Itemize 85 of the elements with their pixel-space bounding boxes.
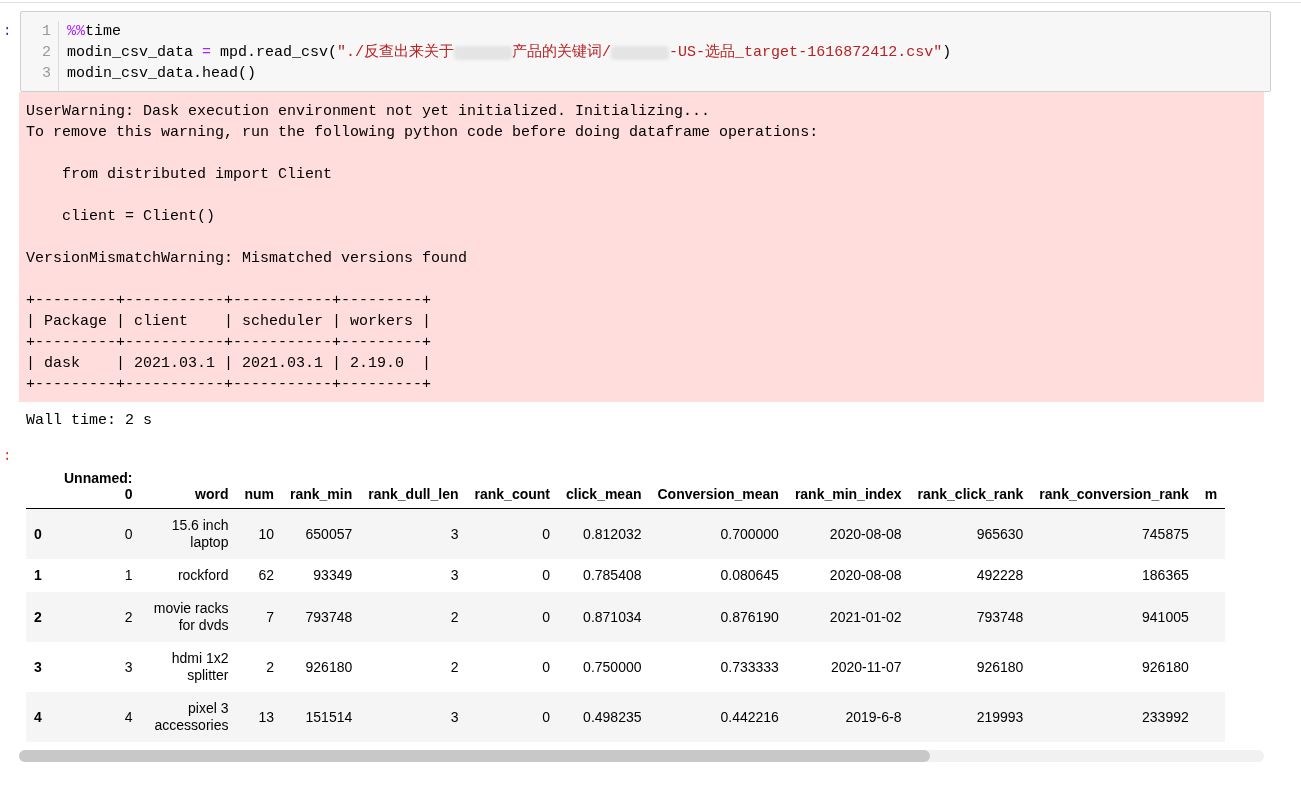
- table-cell: 650057: [282, 508, 361, 559]
- column-header: m: [1196, 462, 1226, 509]
- column-header: rank_click_rank: [909, 462, 1032, 509]
- table-cell: 2021-01-02: [786, 592, 910, 642]
- column-header: rank_min_index: [786, 462, 910, 509]
- row-index: 3: [26, 642, 56, 692]
- table-cell: hdmi 1x2 splitter: [140, 642, 237, 692]
- table-cell: 1: [56, 559, 141, 592]
- table-cell: 0.498235: [558, 692, 650, 742]
- column-header: click_mean: [558, 462, 650, 509]
- table-cell: 492228: [909, 559, 1032, 592]
- table-cell: 965630: [909, 508, 1032, 559]
- table-cell: 2: [360, 642, 467, 692]
- table-cell: 151514: [282, 692, 361, 742]
- table-cell: 941005: [1031, 592, 1197, 642]
- table-cell: 0.700000: [649, 508, 787, 559]
- table-cell: 2020-11-07: [786, 642, 910, 692]
- row-index: 0: [26, 508, 56, 559]
- table-cell: 0.442216: [649, 692, 787, 742]
- table-cell: 0.750000: [558, 642, 650, 692]
- table-cell: 7: [236, 592, 282, 642]
- table-cell: 233992: [1031, 692, 1197, 742]
- table-cell: 926180: [1031, 642, 1197, 692]
- table-cell: 3: [360, 559, 467, 592]
- column-header: word: [140, 462, 237, 509]
- table-cell: 10: [236, 508, 282, 559]
- row-index: 1: [26, 559, 56, 592]
- code-line: modin_csv_data.head(): [67, 64, 258, 84]
- table-cell: 793748: [909, 592, 1032, 642]
- table-cell: 2: [56, 592, 141, 642]
- table-cell: rockford: [140, 559, 237, 592]
- table-cell: 3: [360, 692, 467, 742]
- table-cell: 4: [56, 692, 141, 742]
- line-number: 3: [42, 64, 51, 84]
- table-cell: 2019-6-8: [786, 692, 910, 742]
- table-cell: 3: [56, 642, 141, 692]
- column-header: Unnamed: 0: [56, 462, 141, 509]
- line-number: 2: [42, 43, 51, 63]
- row-index: 2: [26, 592, 56, 642]
- table-cell: 0.785408: [558, 559, 650, 592]
- table-cell: 0.871034: [558, 592, 650, 642]
- table-cell: 2: [360, 592, 467, 642]
- row-index: 4: [26, 692, 56, 742]
- stderr-output: UserWarning: Dask execution environment not yet initialized. Initializing... To remove this warning, run the following python code before doing dataframe operations: from distributed import Client client = Client() VersionMismatchWarning: Mismatched versions found +---------+-----------+-----------+---------+ | Package | client | scheduler | workers | +---------+-----------+-----------+---------+ | dask | 2021.03.1 | 2021.03.1 | 2.19.0 | +---------+-----------+-----------+---------+: [19, 92, 1264, 402]
- table-cell: 0: [466, 642, 558, 692]
- code-line: modin_csv_data = mpd.read_csv("./反查出来关于 产品的关键词/ -US-选品_target-1616872412.csv"): [67, 42, 952, 63]
- table-cell: 186365: [1031, 559, 1197, 592]
- table-cell: 62: [236, 559, 282, 592]
- column-header: rank_conversion_rank: [1031, 462, 1197, 509]
- table-cell: 793748: [282, 592, 361, 642]
- table-cell: 3: [360, 508, 467, 559]
- column-header: rank_dull_len: [360, 462, 467, 509]
- table-cell: 926180: [909, 642, 1032, 692]
- horizontal-scrollbar[interactable]: [19, 750, 1264, 762]
- output-prompt: :: [2, 448, 13, 464]
- table-cell: 0: [466, 692, 558, 742]
- table-cell: 0.812032: [558, 508, 650, 559]
- table-cell: 2020-08-08: [786, 559, 910, 592]
- column-header: num: [236, 462, 282, 509]
- table-cell: 0.733333: [649, 642, 787, 692]
- cell-prompt: :: [2, 22, 13, 41]
- table-cell: 0: [56, 508, 141, 559]
- code-line: %%time: [67, 22, 123, 42]
- column-header: rank_count: [466, 462, 558, 509]
- table-cell: 2: [236, 642, 282, 692]
- table-cell: 0: [466, 508, 558, 559]
- table-cell: 926180: [282, 642, 361, 692]
- table-cell: 745875: [1031, 508, 1197, 559]
- column-header: rank_min: [282, 462, 361, 509]
- table-cell: 2020-08-08: [786, 508, 910, 559]
- table-cell: 0: [466, 592, 558, 642]
- table-cell: 0.080645: [649, 559, 787, 592]
- table-cell: 0: [466, 559, 558, 592]
- table-cell: pixel 3 accessories: [140, 692, 237, 742]
- stdout-output: Wall time: 2 s: [26, 411, 154, 431]
- column-header: Conversion_mean: [649, 462, 787, 509]
- table-cell: 93349: [282, 559, 361, 592]
- table-cell: 13: [236, 692, 282, 742]
- scrollbar-thumb[interactable]: [19, 750, 930, 762]
- table-cell: 15.6 inch laptop: [140, 508, 237, 559]
- table-cell: 219993: [909, 692, 1032, 742]
- line-number: 1: [42, 22, 51, 42]
- code-cell[interactable]: 1 2 3 %%time modin_csv_data = mpd.read_csv("./反查出来关于 产品的关键词/ -US-选品_target-1616872412.csv") modin_csv_data.head(): [20, 11, 1271, 92]
- table-cell: 0.876190: [649, 592, 787, 642]
- table-cell: movie racks for dvds: [140, 592, 237, 642]
